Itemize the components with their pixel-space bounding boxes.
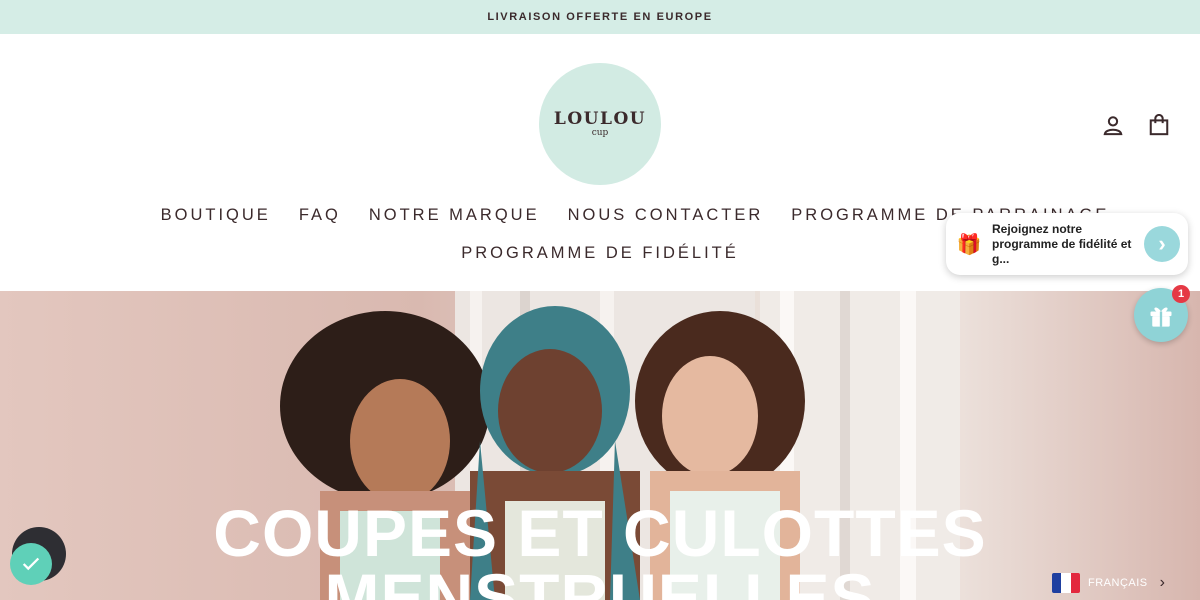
hero-title-line2: MENSTRUELLES — [324, 560, 876, 600]
account-icon[interactable] — [1102, 114, 1124, 136]
hero-banner: COUPES ET CULOTTES MENSTRUELLES — [0, 291, 1200, 600]
loyalty-launcher-button[interactable]: 1 — [1134, 285, 1190, 342]
gift-box-icon — [1150, 307, 1172, 327]
announcement-text: LIVRAISON OFFERTE EN EUROPE — [487, 11, 713, 23]
verified-check-icon[interactable] — [10, 543, 52, 585]
logo-subtext: cup — [591, 128, 609, 138]
nav-item-programme-fidelite[interactable]: PROGRAMME DE FIDÉLITÉ — [461, 244, 739, 263]
nav-item-notre-marque[interactable]: NOTRE MARQUE — [369, 206, 540, 225]
france-flag-icon — [1052, 573, 1080, 593]
announcement-bar: LIVRAISON OFFERTE EN EUROPE — [0, 0, 1200, 34]
nav-item-boutique[interactable]: BOUTIQUE — [161, 206, 271, 225]
loyalty-message: Rejoignez notre programme de fidélité et… — [992, 221, 1132, 266]
chevron-right-icon: › — [1159, 574, 1165, 591]
nav-item-nous-contacter[interactable]: NOUS CONTACTER — [568, 206, 764, 225]
header-actions — [1102, 114, 1170, 136]
loyalty-popup[interactable]: 🎁 Rejoignez notre programme de fidélité … — [946, 213, 1188, 275]
notification-badge: 1 — [1172, 285, 1190, 303]
gift-icon: 🎁 — [956, 233, 982, 256]
language-selector[interactable]: FRANÇAIS › — [1052, 570, 1182, 596]
nav-item-faq[interactable]: FAQ — [299, 206, 341, 225]
brand-logo[interactable]: LOULOU cup — [539, 63, 661, 185]
chevron-right-icon[interactable]: › — [1144, 226, 1180, 262]
language-label: FRANÇAIS — [1088, 577, 1148, 589]
cart-icon[interactable] — [1148, 114, 1170, 136]
hero-title: COUPES ET CULOTTES MENSTRUELLES — [0, 496, 1200, 600]
hero-title-line1: COUPES ET CULOTTES — [213, 496, 987, 570]
logo-wordmark: LOULOU — [553, 109, 647, 129]
